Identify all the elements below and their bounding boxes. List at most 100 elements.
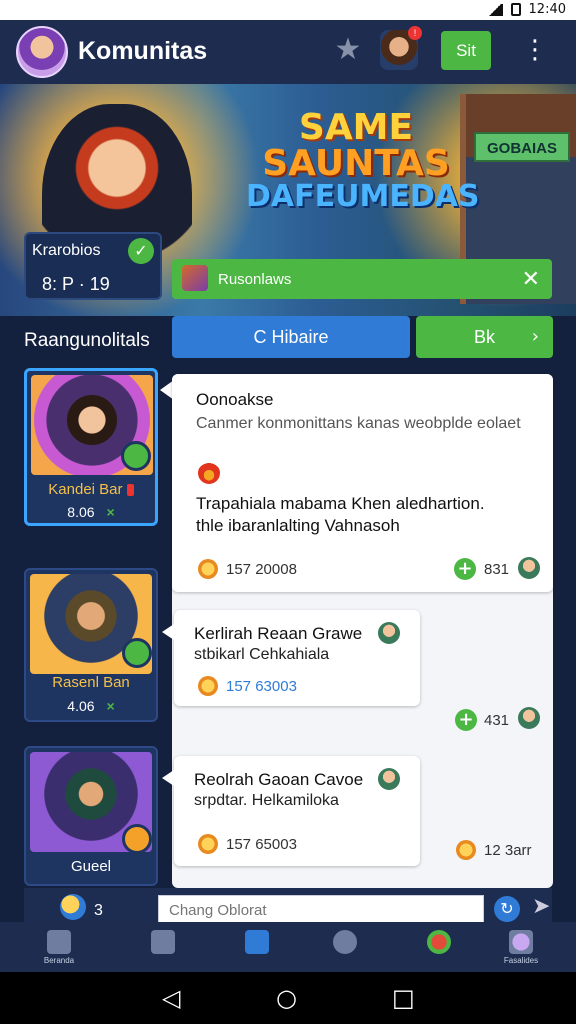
post-score: 12 3arr: [484, 842, 532, 859]
commenter-avatar: [518, 707, 540, 729]
character-value: 4.06 ×: [26, 698, 156, 714]
post-body-line2: thle ibaranlalting Vahnasoh: [196, 516, 400, 535]
star-icon[interactable]: ★: [330, 32, 366, 68]
profile-button[interactable]: !: [380, 26, 422, 70]
gift-count: 3: [94, 902, 103, 919]
author-avatar: [378, 622, 400, 644]
sit-button[interactable]: Sit: [441, 31, 491, 70]
notice-bar[interactable]: Rusonlaws ✕: [172, 259, 552, 299]
chevron-right-icon: ›: [531, 326, 539, 347]
character-name-text: Kandei Bar: [48, 481, 123, 498]
close-icon[interactable]: ×: [107, 698, 115, 714]
character-card[interactable]: Kandei Bar 8.06 ×: [24, 368, 158, 526]
user-stats-card[interactable]: Krarobios ✓ 8: P · 19: [24, 232, 162, 300]
post-card[interactable]: Kerlirah Reaan Grawe stbikarl Cehkahiala…: [162, 610, 420, 706]
user-stats: 8: P · 19: [42, 274, 110, 294]
post-card[interactable]: Oonoakse Canmer konmonittans kanas weobp…: [172, 374, 553, 592]
system-navigation-bar: ◁ ○ □: [0, 972, 576, 1024]
map-pin-icon: [427, 930, 451, 954]
game-logo-line3: DAFEUMEDAS: [246, 179, 480, 214]
game-logo-line1: SAME: [298, 107, 414, 148]
post-subtitle: srpdtar. Helkamiloka: [194, 792, 339, 809]
tab-secondary[interactable]: Bk ›: [416, 316, 553, 358]
section-label: Raangunolitals: [24, 330, 150, 351]
send-icon[interactable]: ➤: [532, 894, 550, 919]
post-title: Oonoakse: [196, 390, 274, 409]
post-pointer: [162, 770, 174, 786]
game-logo-line2: SAUNTAS: [262, 143, 450, 184]
recents-icon[interactable]: □: [392, 984, 415, 1012]
post-likes: 157 65003: [226, 836, 297, 853]
user-name: Krarobios: [32, 242, 101, 259]
back-icon[interactable]: ◁: [162, 984, 180, 1012]
post-title: Reolrah Gaoan Cavoe: [194, 770, 364, 789]
character-card[interactable]: Gueel: [24, 746, 158, 886]
character-name: Rasenl Ban: [52, 674, 130, 691]
battery-icon: [510, 3, 521, 16]
character-badge-icon: [122, 824, 152, 854]
post-card[interactable]: Reolrah Gaoan Cavoe srpdtar. Helkamiloka…: [162, 756, 420, 866]
plus-icon[interactable]: +: [454, 558, 476, 580]
verified-check-icon: ✓: [128, 238, 154, 264]
post-subtitle: stbikarl Cehkahiala: [194, 646, 330, 663]
character-name: Gueel: [70, 858, 112, 875]
nav-item-inventory[interactable]: [128, 922, 198, 972]
character-name: Kandei Bar: [27, 481, 155, 498]
notice-text: Rusonlaws: [218, 271, 292, 288]
post-likes: 157 20008: [226, 561, 297, 578]
coin-icon: [198, 834, 218, 854]
inventory-icon: [151, 930, 175, 954]
signal-icon: [486, 3, 503, 16]
nav-item-home[interactable]: Beranda: [24, 922, 94, 972]
character-value: 8.06 ×: [27, 504, 155, 520]
close-icon[interactable]: ✕: [522, 267, 540, 292]
game-logo: SAME SAUNTAS DAFEUMEDAS: [246, 107, 480, 214]
comment-input[interactable]: [158, 895, 484, 925]
home-button-icon[interactable]: ○: [276, 984, 297, 1012]
tab-primary[interactable]: C Hibaire: [172, 316, 410, 358]
coin-icon: [198, 559, 218, 579]
nav-item-community[interactable]: Fasalides: [486, 922, 556, 972]
post-score: 831: [484, 561, 510, 578]
post-likes: 157 63003: [226, 678, 297, 695]
bottom-navigation: Beranda Fasalides: [0, 922, 576, 972]
nav-item-create[interactable]: [310, 922, 380, 972]
chat-icon: [245, 930, 269, 954]
building-sign: GOBAIAS: [474, 132, 570, 162]
character-badge-icon: [121, 441, 151, 471]
gift-icon[interactable]: [60, 894, 86, 920]
close-icon[interactable]: ×: [107, 504, 115, 520]
nav-label: Fasalides: [503, 956, 539, 965]
alert-icon: [126, 484, 134, 497]
comment-composer: 3 ↻ ➤: [24, 888, 552, 926]
status-bar: 12:40: [0, 0, 576, 20]
app-bar: Komunitas ★ ! Sit ⋮: [0, 20, 576, 84]
home-icon: [47, 930, 71, 954]
character-card[interactable]: Rasenl Ban 4.06 ×: [24, 568, 158, 722]
nav-item-chat[interactable]: [222, 922, 292, 972]
plus-icon[interactable]: +: [455, 709, 477, 731]
post-body-line1: Trapahiala mabama Khen aledhartion.: [196, 494, 485, 513]
game-thumbnail-icon: [182, 265, 208, 291]
coin-icon: [456, 840, 476, 860]
commenter-avatar: [518, 557, 540, 579]
add-icon: [333, 930, 357, 954]
post-score: 431: [484, 712, 510, 729]
character-value-text: 4.06: [67, 698, 95, 714]
author-avatar: [378, 768, 400, 790]
coin-icon: [198, 676, 218, 696]
fire-icon: [198, 462, 220, 484]
character-value-text: 8.06: [67, 504, 95, 520]
nav-label: Beranda: [43, 956, 75, 965]
more-options-icon[interactable]: ⋮: [522, 32, 548, 68]
post-pointer: [162, 624, 174, 640]
notification-badge: !: [408, 26, 422, 40]
page-title: Komunitas: [78, 37, 208, 65]
post-title: Kerlirah Reaan Grawe: [194, 624, 363, 643]
status-time: 12:40: [528, 2, 566, 17]
nav-item-map[interactable]: [404, 922, 474, 972]
character-badge-icon: [122, 638, 152, 668]
post-subtitle: Canmer konmonittans kanas weobplde eolae…: [196, 415, 521, 432]
user-avatar[interactable]: [16, 26, 68, 78]
refresh-icon[interactable]: ↻: [494, 896, 520, 922]
